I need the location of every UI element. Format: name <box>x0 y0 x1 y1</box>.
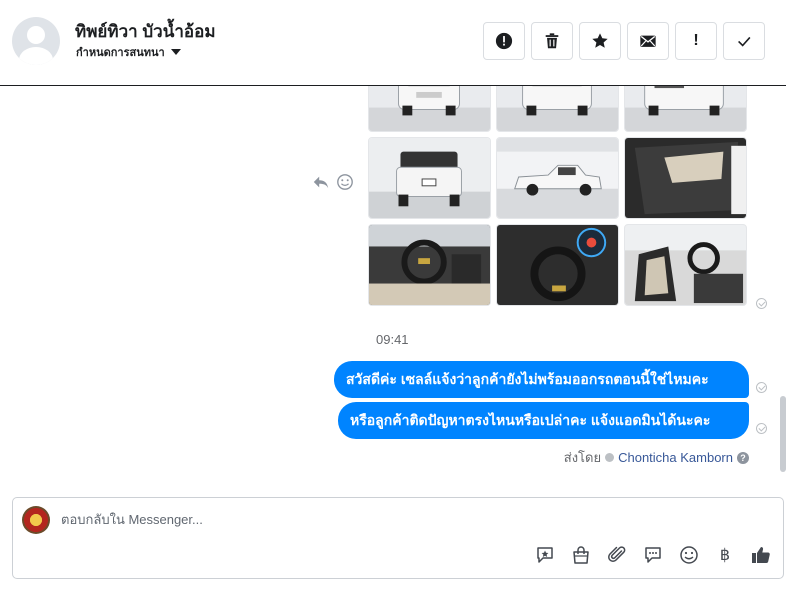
reply-input[interactable] <box>61 512 761 527</box>
car-rear-image <box>369 138 490 218</box>
react-emoji-icon[interactable] <box>336 173 354 191</box>
follow-up-button[interactable]: ! <box>675 22 717 60</box>
conversation-header: ทิพย์ทิวา บัวน้ำอ้อม กำหนดการสนทนา ! <box>0 0 786 86</box>
exclamation-icon: ! <box>693 32 699 49</box>
star-icon <box>592 33 608 48</box>
header-actions: ! <box>483 22 765 60</box>
car-photo-4[interactable] <box>368 137 491 219</box>
baht-icon: ฿ <box>719 547 731 564</box>
thumbs-up-icon <box>752 547 770 563</box>
envelope-icon <box>640 35 656 47</box>
mark-done-button[interactable] <box>723 22 765 60</box>
message-bubble[interactable]: สวัสดีค่ะ เซลล์แจ้งว่าลูกค้ายังไม่พร้อมอ… <box>334 361 749 398</box>
message-timestamp: 09:41 <box>376 332 409 347</box>
car-photo-7[interactable] <box>368 224 491 306</box>
mark-spam-button[interactable] <box>483 22 525 60</box>
emoji-icon <box>680 546 698 564</box>
avatar-body <box>19 47 53 65</box>
payment-button[interactable]: ฿ <box>715 545 735 565</box>
page-avatar <box>22 506 50 534</box>
message-thread[interactable]: 09:41 สวัสดีค่ะ เซลล์แจ้งว่าลูกค้ายังไม่… <box>0 86 786 486</box>
car-front-image <box>625 86 746 131</box>
sender-status-icon <box>605 453 615 462</box>
avatar-head <box>27 26 45 44</box>
emoji-button[interactable] <box>679 545 699 565</box>
car-photo-8[interactable] <box>496 224 619 306</box>
shopping-bag-icon <box>573 546 589 564</box>
composer-tools: ฿ <box>535 545 771 565</box>
delete-button[interactable] <box>531 22 573 60</box>
car-photo-9[interactable] <box>624 224 747 306</box>
sent-by-label: ส่งโดย <box>563 450 602 465</box>
reply-composer: ฿ <box>12 497 784 579</box>
attach-button[interactable] <box>607 545 627 565</box>
saved-replies-button[interactable] <box>643 545 663 565</box>
help-icon[interactable]: ? <box>737 451 749 464</box>
shop-button[interactable] <box>571 545 591 565</box>
car-photo-3[interactable] <box>624 86 747 132</box>
contact-name[interactable]: ทิพย์ทิวา บัวน้ำอ้อม <box>75 18 216 45</box>
trash-icon <box>545 33 559 49</box>
photo-attachment-grid <box>368 86 747 306</box>
paperclip-icon <box>608 546 626 562</box>
sender-name-link[interactable]: Chonticha Kamborn <box>618 450 733 465</box>
car-seat-image <box>625 225 746 305</box>
like-button[interactable] <box>751 545 771 565</box>
reply-icon[interactable] <box>312 173 330 191</box>
conversation-settings-label: กำหนดการสนทนา <box>76 47 165 59</box>
sent-by-info: ส่งโดย Chonticha Kamborn ? <box>564 447 749 468</box>
car-photo-5[interactable] <box>496 137 619 219</box>
car-side-image <box>497 138 618 218</box>
conversation-settings-dropdown[interactable]: กำหนดการสนทนา <box>76 43 181 61</box>
car-photo-2[interactable] <box>496 86 619 132</box>
car-photo-1[interactable] <box>368 86 491 132</box>
car-front-image <box>497 86 618 131</box>
car-door-image <box>625 138 746 218</box>
message-bubble[interactable]: หรือลูกค้าติดปัญหาตรงไหนหรือเปล่าคะ แจ้ง… <box>338 402 749 439</box>
car-photo-6[interactable] <box>624 137 747 219</box>
car-front-image <box>369 86 490 131</box>
mark-unread-button[interactable] <box>627 22 669 60</box>
seen-check-icon <box>756 423 767 434</box>
sticker-icon <box>537 547 553 563</box>
contact-avatar[interactable] <box>12 17 60 65</box>
chevron-down-icon <box>170 49 181 55</box>
scrollbar[interactable] <box>780 396 786 472</box>
car-interior-image <box>369 225 490 305</box>
saved-reply-icon <box>645 547 661 563</box>
sticker-button[interactable] <box>535 545 555 565</box>
checkmark-icon <box>738 36 751 47</box>
alert-circle-icon <box>495 32 513 50</box>
car-dashboard-image <box>497 225 618 305</box>
seen-check-icon <box>756 382 767 393</box>
seen-check-icon <box>756 298 767 309</box>
star-button[interactable] <box>579 22 621 60</box>
